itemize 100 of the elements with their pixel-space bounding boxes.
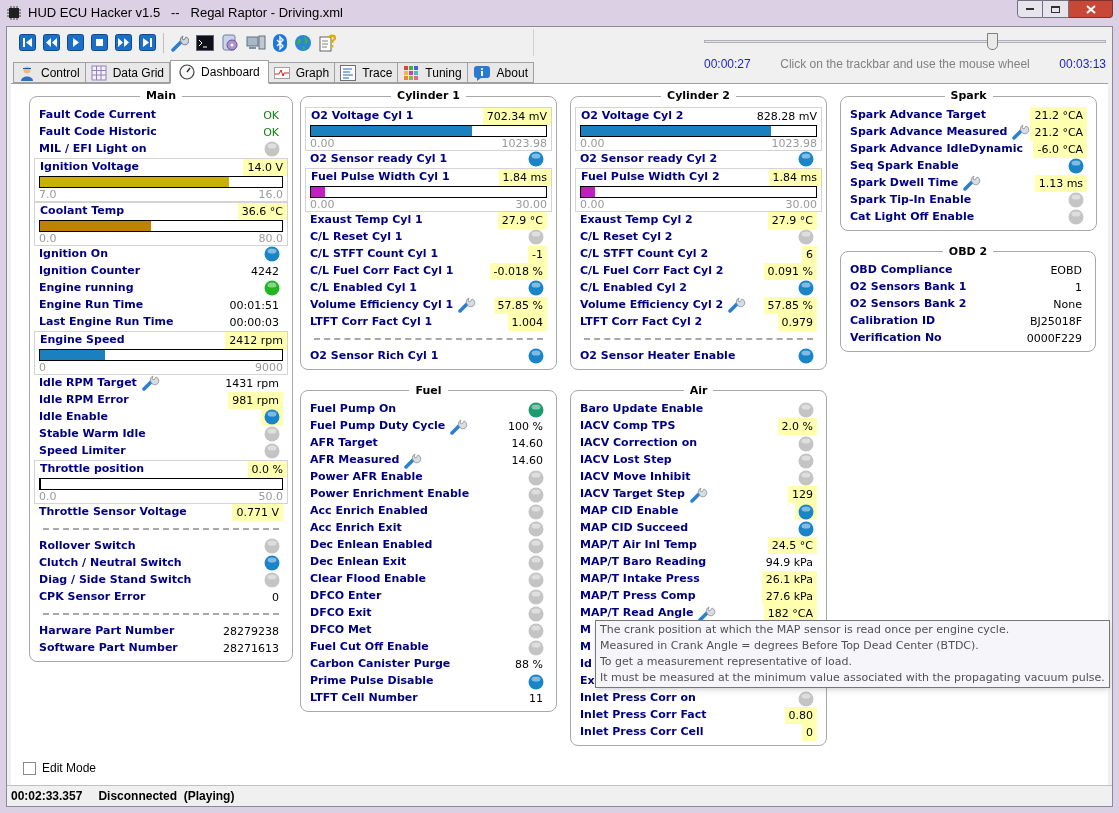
field-label: C/L Reset Cyl 1: [310, 228, 403, 245]
wrench-icon[interactable]: [963, 175, 982, 191]
field-label: Diag / Side Stand Switch: [39, 571, 192, 588]
field-value: -1: [528, 245, 547, 263]
tab[interactable]: Tuning: [397, 62, 468, 83]
field-label: O2 Sensor Heater Enable: [580, 347, 736, 364]
tab[interactable]: Data Grid: [84, 62, 171, 83]
wrench-icon[interactable]: [1012, 124, 1031, 140]
wrench-icon[interactable]: [141, 375, 160, 391]
field-label: Spark Advance Measured: [850, 123, 1008, 140]
field-value: -0.018 %: [489, 262, 547, 280]
field-label: Engine Run Time: [39, 296, 144, 313]
wrench-icon[interactable]: [728, 297, 747, 313]
field-label: DFCO Enter: [310, 588, 382, 605]
field-label: LTFT Cell Number: [310, 690, 418, 707]
field-value: 27.6 kPa: [761, 588, 817, 605]
field-label: Verification No: [850, 330, 942, 347]
field-value: 11: [528, 691, 544, 707]
field-value: EOBD: [1049, 263, 1083, 279]
field-value: 1.84 ms: [768, 168, 821, 186]
slider-thumb[interactable]: [987, 33, 999, 50]
fast-forward-icon[interactable]: [115, 34, 132, 51]
field-label: O2 Sensor Rich Cyl 1: [310, 347, 439, 364]
wrench-icon[interactable]: [450, 418, 469, 435]
skip-start-icon[interactable]: [19, 34, 36, 51]
field-label: Ignition Voltage: [40, 158, 140, 175]
field-label: MAP/T Air Inl Temp: [580, 537, 697, 554]
field-label: Spark Dwell Time: [850, 174, 959, 191]
bluetooth-icon[interactable]: [273, 33, 287, 52]
field-value: 88 %: [514, 657, 544, 673]
grid-icon: [90, 64, 107, 81]
terminal-icon[interactable]: [196, 34, 214, 51]
field-label: Spark Advance Target: [850, 106, 986, 123]
field-label: Ex: [580, 673, 595, 690]
field-label: O2 Sensor ready Cyl 1: [310, 150, 448, 167]
field-value: 0: [802, 724, 817, 741]
field-value: 1: [1074, 280, 1083, 296]
list-icon: [340, 64, 357, 81]
playback-slider[interactable]: [703, 33, 1106, 51]
maximize-button[interactable]: [1043, 0, 1069, 18]
gauge-max: 50.0: [258, 489, 283, 503]
field-label: C/L Enabled Cyl 2: [580, 279, 687, 296]
field-label: DFCO Met: [310, 622, 372, 639]
field-label: M: [580, 622, 591, 639]
field-label: Inlet Press Corr on: [580, 690, 696, 707]
wrench-icon[interactable]: [404, 452, 423, 469]
gauge-min: 0.00: [310, 197, 335, 211]
field-value: 828.28 mV: [755, 108, 818, 125]
tab[interactable]: Dashboard: [170, 60, 269, 84]
field-label: C/L Enabled Cyl 1: [310, 279, 417, 296]
field-label: Acc Enrich Enabled: [310, 503, 428, 520]
field-label: Clear Flood Enable: [310, 571, 426, 588]
tab[interactable]: About: [466, 62, 534, 83]
gauge-min: 0.0: [39, 489, 57, 503]
field-label: Inlet Press Corr Fact: [580, 707, 707, 724]
field-label: MAP/T Baro Reading: [580, 554, 707, 571]
field-label: Ignition Counter: [39, 262, 141, 279]
wrench-icon[interactable]: [458, 297, 477, 313]
field-label: Dec Enlean Exit: [310, 554, 407, 571]
field-label: Dec Enlean Enabled: [310, 537, 433, 554]
globe-icon[interactable]: [294, 33, 312, 52]
help-document-icon[interactable]: [319, 33, 337, 52]
field-label: Rollover Switch: [39, 537, 136, 554]
field-value: 57.85 %: [493, 296, 547, 314]
field-label: Fuel Cut Off Enable: [310, 639, 429, 656]
minimize-button[interactable]: [1017, 0, 1043, 18]
field-label: IACV Target Step: [580, 486, 685, 503]
gauge-max: 80.0: [258, 231, 283, 245]
gauge-min: 7.0: [39, 187, 57, 201]
computer-icon[interactable]: [246, 34, 266, 51]
field-value: 981 rpm: [228, 391, 283, 409]
stop-icon[interactable]: [91, 34, 108, 51]
edit-mode-checkbox[interactable]: [23, 761, 36, 775]
field-value: 0.091 %: [763, 262, 817, 280]
tab[interactable]: Control: [13, 62, 86, 83]
close-button[interactable]: [1069, 0, 1113, 18]
field-label: Exaust Temp Cyl 2: [580, 211, 693, 228]
tab[interactable]: Graph: [267, 62, 336, 83]
wrench-icon[interactable]: [171, 33, 189, 52]
wrench-icon[interactable]: [698, 605, 717, 622]
field-value: 24.5 °C: [767, 537, 817, 554]
info-icon: [472, 64, 491, 81]
field-label: Spark Advance IdleDynamic: [850, 140, 1023, 157]
field-label: O2 Voltage Cyl 2: [581, 107, 684, 124]
rewind-icon[interactable]: [43, 34, 60, 51]
tab[interactable]: Trace: [334, 62, 399, 83]
field-label: Stable Warm Idle: [39, 425, 146, 442]
wrench-icon[interactable]: [689, 486, 708, 503]
field-value: 2.0 %: [777, 418, 817, 435]
play-icon[interactable]: [67, 34, 84, 51]
gauge-max: 9000: [255, 360, 283, 374]
field-label: Fuel Pump Duty Cycle: [310, 418, 446, 435]
field-value: 6: [802, 245, 817, 263]
field-label: Calibration ID: [850, 313, 936, 330]
skip-end-icon[interactable]: [139, 34, 156, 51]
field-value: 0.0 %: [247, 460, 287, 478]
field-label: M: [580, 639, 591, 656]
color-grid-icon: [403, 64, 420, 81]
field-label: Fault Code Historic: [39, 123, 157, 140]
field-value: 00:01:51: [228, 297, 280, 314]
